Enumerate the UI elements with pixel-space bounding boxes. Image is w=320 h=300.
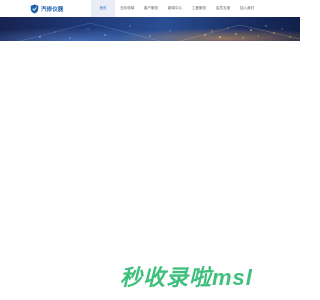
logo-text: 汽修仪器	[41, 6, 64, 13]
nav-item-home[interactable]: 首页	[91, 0, 115, 17]
nav-item-business[interactable]: 业务领域	[115, 0, 139, 17]
nav-item-membership[interactable]: 会员互惠	[211, 0, 235, 17]
hero-banner	[0, 17, 300, 41]
nav-item-customer-service[interactable]: 客户服务	[139, 0, 163, 17]
watermark-text: 秒收录啦msl	[120, 265, 253, 290]
nav-item-news[interactable]: 新闻中心	[163, 0, 187, 17]
nav-item-engineering[interactable]: 工程服务	[187, 0, 211, 17]
site-logo[interactable]: 汽修仪器	[30, 3, 63, 14]
nav-item-join-us[interactable]: 加入我们	[235, 0, 259, 17]
banner-decoration-graphic	[19, 22, 300, 41]
top-navigation-bar: 汽修仪器 首页 业务领域 客户服务 新闻中心 工程服务 会员互惠 加入我们	[0, 0, 300, 18]
shield-logo-icon	[30, 4, 39, 13]
main-nav: 首页 业务领域 客户服务 新闻中心 工程服务 会员互惠 加入我们	[91, 0, 259, 17]
